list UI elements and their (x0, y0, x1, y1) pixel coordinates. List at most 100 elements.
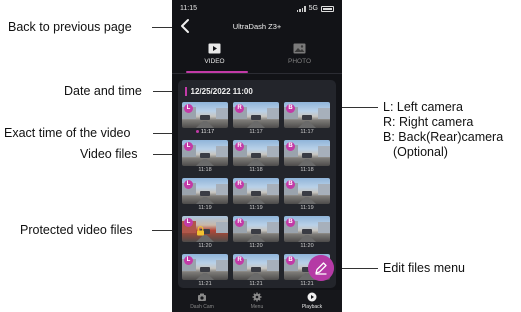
tab-video[interactable]: VIDEO (172, 40, 257, 72)
video-time: 11:19 (198, 205, 212, 211)
video-time-label: 11:17 (233, 129, 279, 135)
camera-badge: R (235, 256, 244, 265)
camera-badge: L (184, 218, 193, 227)
divider (172, 73, 342, 74)
media-tabs: VIDEO PHOTO (172, 40, 342, 74)
thumbnail-scene (318, 184, 330, 195)
video-thumbnail[interactable]: L (182, 102, 228, 128)
video-time: 11:20 (249, 243, 263, 249)
date-group-header: 12/25/2022 11:00 (185, 86, 253, 96)
camera-badge: L (184, 104, 193, 113)
bottom-nav: Dash Cam Menu Playback (172, 290, 342, 312)
video-item[interactable]: L 11:21 (182, 254, 228, 288)
video-time-label: 11:19 (182, 205, 228, 211)
nav-menu[interactable]: Menu (229, 292, 285, 312)
date-time-label: 12/25/2022 11:00 (190, 86, 253, 96)
video-thumbnail[interactable]: L (182, 216, 228, 242)
video-item[interactable]: R 11:21 (233, 254, 279, 288)
video-time: 11:20 (300, 243, 314, 249)
thumbnail-scene (247, 273, 265, 280)
video-time-label: 11:18 (233, 167, 279, 173)
video-icon (208, 43, 221, 54)
camera-legend-line: (Optional) (393, 145, 448, 159)
thumbnail-scene (251, 153, 261, 158)
video-thumbnail[interactable]: R (233, 178, 279, 204)
video-thumbnail[interactable]: R (233, 102, 279, 128)
video-time-label: 11:21 (284, 281, 330, 287)
thumbnail-scene (196, 121, 214, 128)
video-thumbnail[interactable]: L (182, 178, 228, 204)
thumbnail-scene (267, 184, 279, 195)
video-time: 11:17 (200, 129, 215, 135)
camera-badge: B (286, 256, 295, 265)
thumbnail-scene (216, 146, 228, 157)
nav-playback-label: Playback (301, 304, 323, 310)
video-time: 11:18 (249, 167, 263, 173)
thumbnail-scene (318, 108, 330, 119)
camera-badge: B (286, 180, 295, 189)
video-time: 11:18 (198, 167, 212, 173)
protected-video-item[interactable]: L 11:20 (182, 216, 228, 250)
status-time: 11:15 (180, 5, 197, 12)
video-item[interactable]: R 11:18 (233, 140, 279, 174)
video-thumbnail[interactable]: R (233, 140, 279, 166)
thumbnail-scene (247, 121, 265, 128)
battery-icon (321, 5, 334, 12)
thumbnail-scene (196, 273, 214, 280)
camera-badge: L (184, 256, 193, 265)
video-item[interactable]: R 11:20 (233, 216, 279, 250)
video-time-label: 11:21 (182, 281, 228, 287)
video-thumbnail[interactable]: B (284, 178, 330, 204)
video-item[interactable]: B 11:18 (284, 140, 330, 174)
thumbnail-scene (267, 146, 279, 157)
camera-legend-line: B: Back(Rear)camera (383, 130, 504, 144)
thumbnail-scene (247, 159, 265, 166)
video-item[interactable]: L 11:17 (182, 102, 228, 136)
video-item[interactable]: R 11:19 (233, 178, 279, 212)
video-thumbnail[interactable]: B (284, 140, 330, 166)
camera-badge: R (235, 142, 244, 151)
video-time: 11:21 (300, 281, 314, 287)
nav-playback[interactable]: Playback (284, 292, 340, 312)
video-time-label: 11:21 (233, 281, 279, 287)
video-time-label: 11:20 (182, 243, 228, 249)
nav-dash-cam[interactable]: Dash Cam (174, 292, 230, 312)
time-marker (195, 130, 199, 134)
date-marker (185, 86, 187, 96)
nav-menu-label: Menu (250, 304, 264, 310)
status-bar: 11:15 5G (172, 0, 342, 16)
annotation-exact-time: Exact time of the video (4, 126, 131, 140)
video-time: 11:17 (249, 129, 263, 135)
video-time: 11:20 (198, 243, 212, 249)
thumbnail-scene (200, 267, 210, 272)
leader-line (336, 268, 378, 269)
video-item[interactable]: R 11:17 (233, 102, 279, 136)
video-item[interactable]: L 11:18 (182, 140, 228, 174)
video-item[interactable]: L 11:19 (182, 178, 228, 212)
video-item[interactable]: B 11:17 (284, 102, 330, 136)
video-item[interactable]: B 11:19 (284, 178, 330, 212)
tab-photo[interactable]: PHOTO (257, 40, 342, 72)
camera-legend: L: Left camera R: Right camera B: Back(R… (383, 100, 503, 160)
camera-badge: R (235, 218, 244, 227)
thumbnail-scene (216, 108, 228, 119)
thumbnail-scene (267, 260, 279, 271)
video-thumbnail[interactable]: R (233, 254, 279, 280)
edit-files-button[interactable] (308, 255, 334, 281)
thumbnail-scene (200, 191, 210, 196)
video-thumbnail[interactable]: R (233, 216, 279, 242)
camera-badge: L (184, 142, 193, 151)
thumbnail-scene (302, 115, 312, 120)
video-thumbnail[interactable]: L (182, 140, 228, 166)
video-time-label: 11:19 (284, 205, 330, 211)
video-time: 11:18 (300, 167, 314, 173)
video-thumbnail[interactable]: B (284, 216, 330, 242)
video-thumbnail[interactable]: B (284, 102, 330, 128)
video-item[interactable]: B 11:20 (284, 216, 330, 250)
annotation-video-files: Video files (80, 147, 138, 161)
thumbnail-scene (318, 146, 330, 157)
camera-badge: L (184, 180, 193, 189)
video-time-label: 11:18 (182, 167, 228, 173)
video-thumbnail[interactable]: L (182, 254, 228, 280)
thumbnail-scene (298, 121, 316, 128)
